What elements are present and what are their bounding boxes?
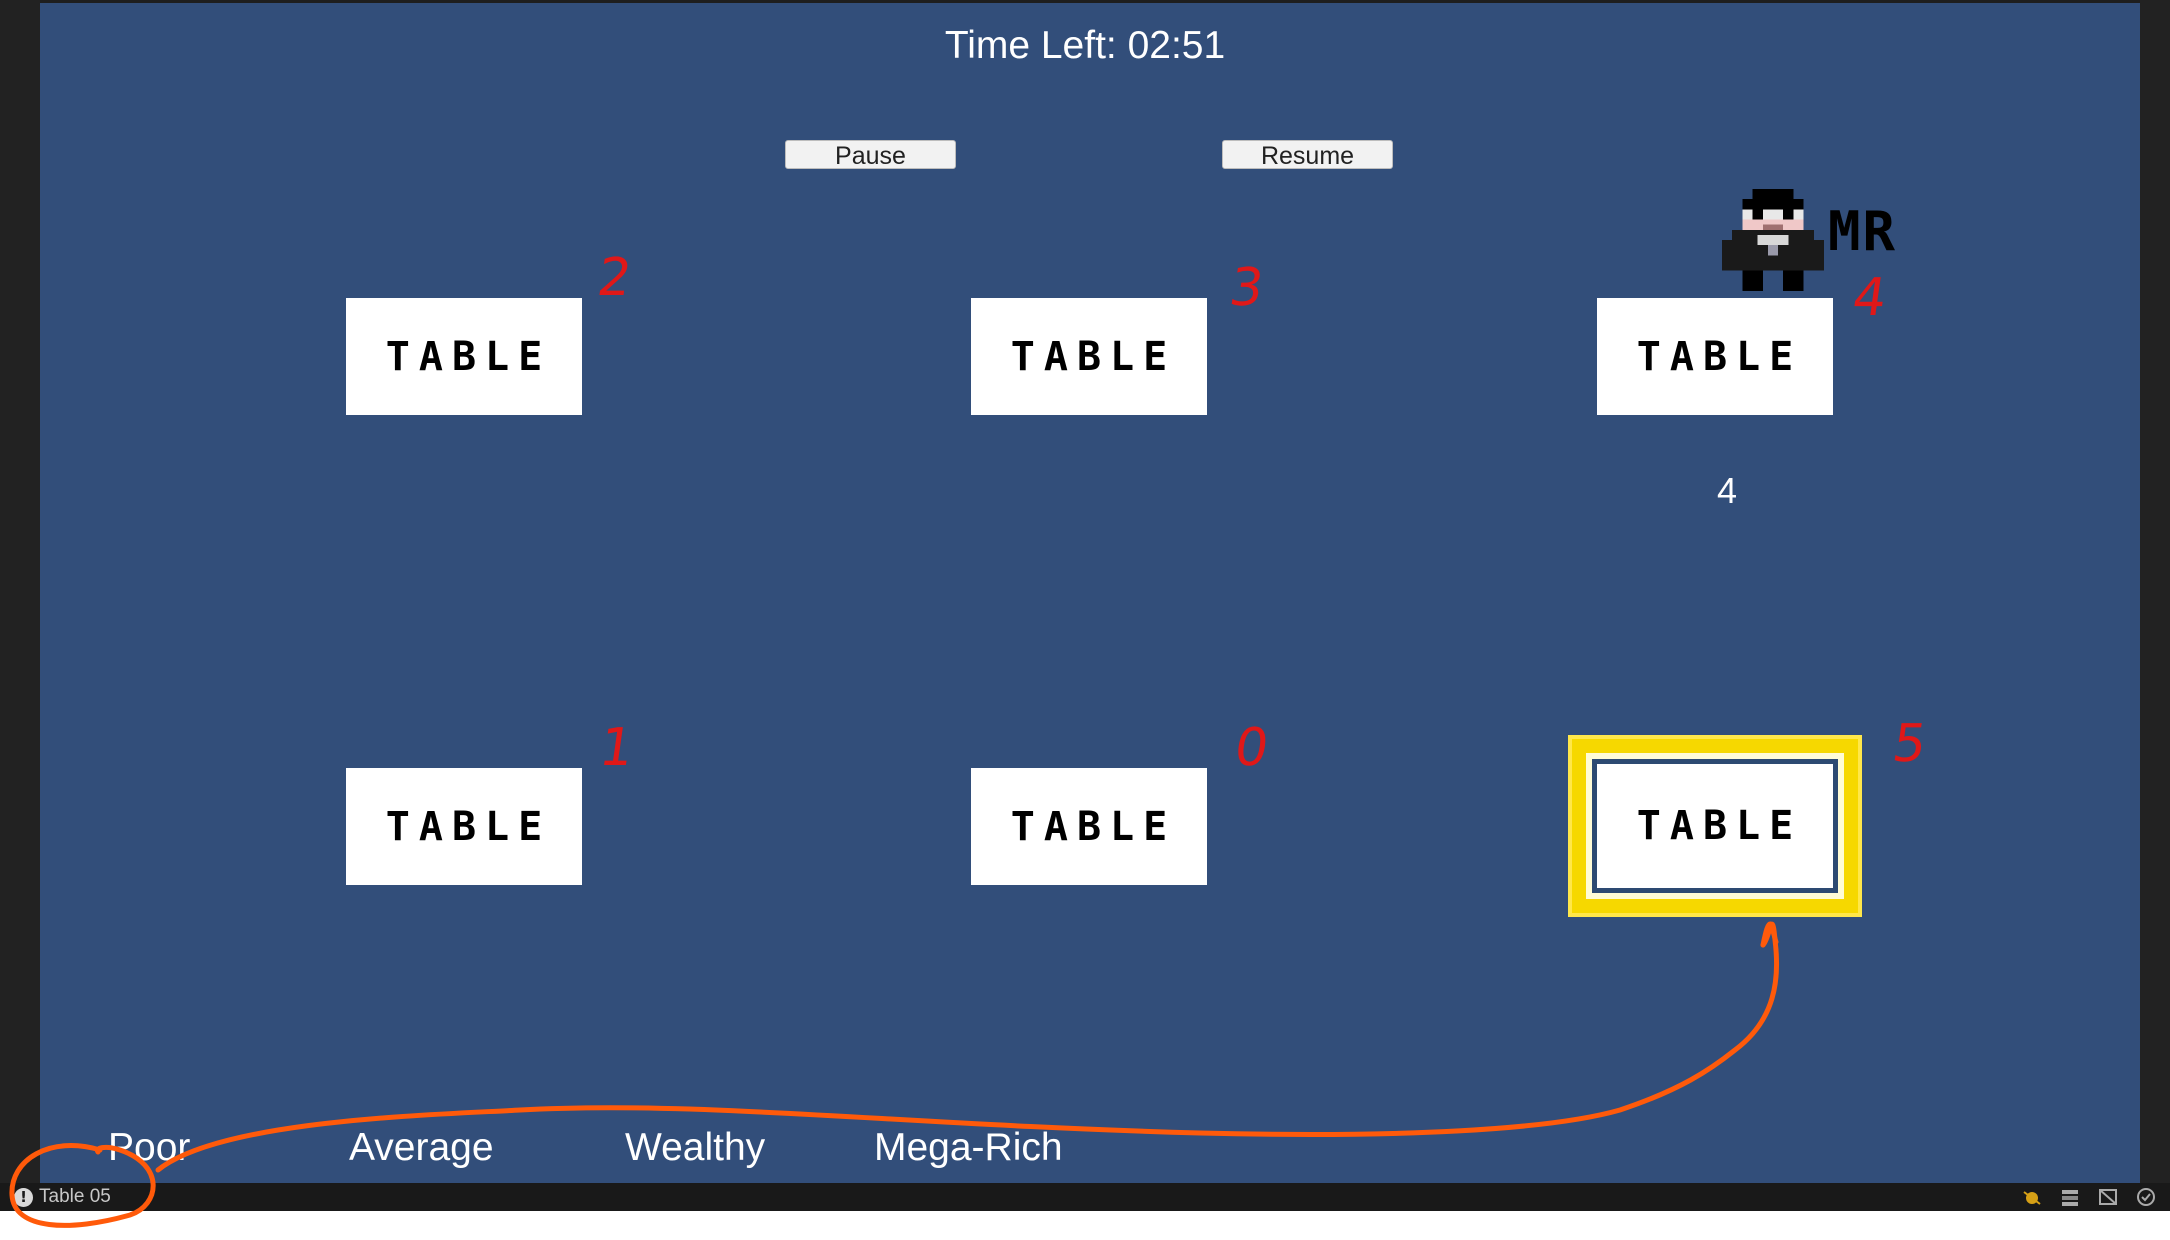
table-4[interactable]: TABLE — [1597, 298, 1833, 415]
visibility-icon[interactable] — [2096, 1186, 2120, 1208]
wealth-label-wealthy: Wealthy — [625, 1126, 766, 1169]
debug-icon[interactable] — [2020, 1186, 2044, 1208]
waiter-character-icon[interactable] — [1722, 189, 1824, 291]
table-3[interactable]: TABLE — [971, 298, 1207, 415]
layers-icon[interactable] — [2058, 1186, 2082, 1208]
pause-button[interactable]: Pause — [785, 140, 956, 170]
console-message[interactable]: ! Table 05 — [14, 1186, 111, 1208]
window-right-border — [2140, 0, 2170, 1186]
table-2[interactable]: TABLE — [346, 298, 582, 415]
console-message-text: Table 05 — [39, 1186, 111, 1207]
wealth-label-average: Average — [349, 1126, 494, 1169]
game-view[interactable] — [40, 3, 2140, 1183]
resume-button[interactable]: Resume — [1222, 140, 1393, 170]
table-customer-count: 4 — [1717, 470, 1738, 511]
wealth-label-poor: Poor — [108, 1126, 191, 1169]
character-tag: MR — [1828, 200, 1898, 263]
editor-status-bar: ! Table 05 — [0, 1183, 2170, 1211]
warning-icon: ! — [14, 1187, 33, 1207]
status-icons — [2020, 1186, 2158, 1208]
table-0[interactable]: TABLE — [971, 768, 1207, 885]
table-5-selected[interactable]: TABLE — [1592, 759, 1838, 893]
window-left-border — [0, 0, 40, 1186]
timer-text: Time Left: 02:51 — [944, 24, 1226, 67]
table-1[interactable]: TABLE — [346, 768, 582, 885]
wealth-label-mega-rich: Mega-Rich — [874, 1126, 1063, 1169]
check-icon[interactable] — [2134, 1186, 2158, 1208]
